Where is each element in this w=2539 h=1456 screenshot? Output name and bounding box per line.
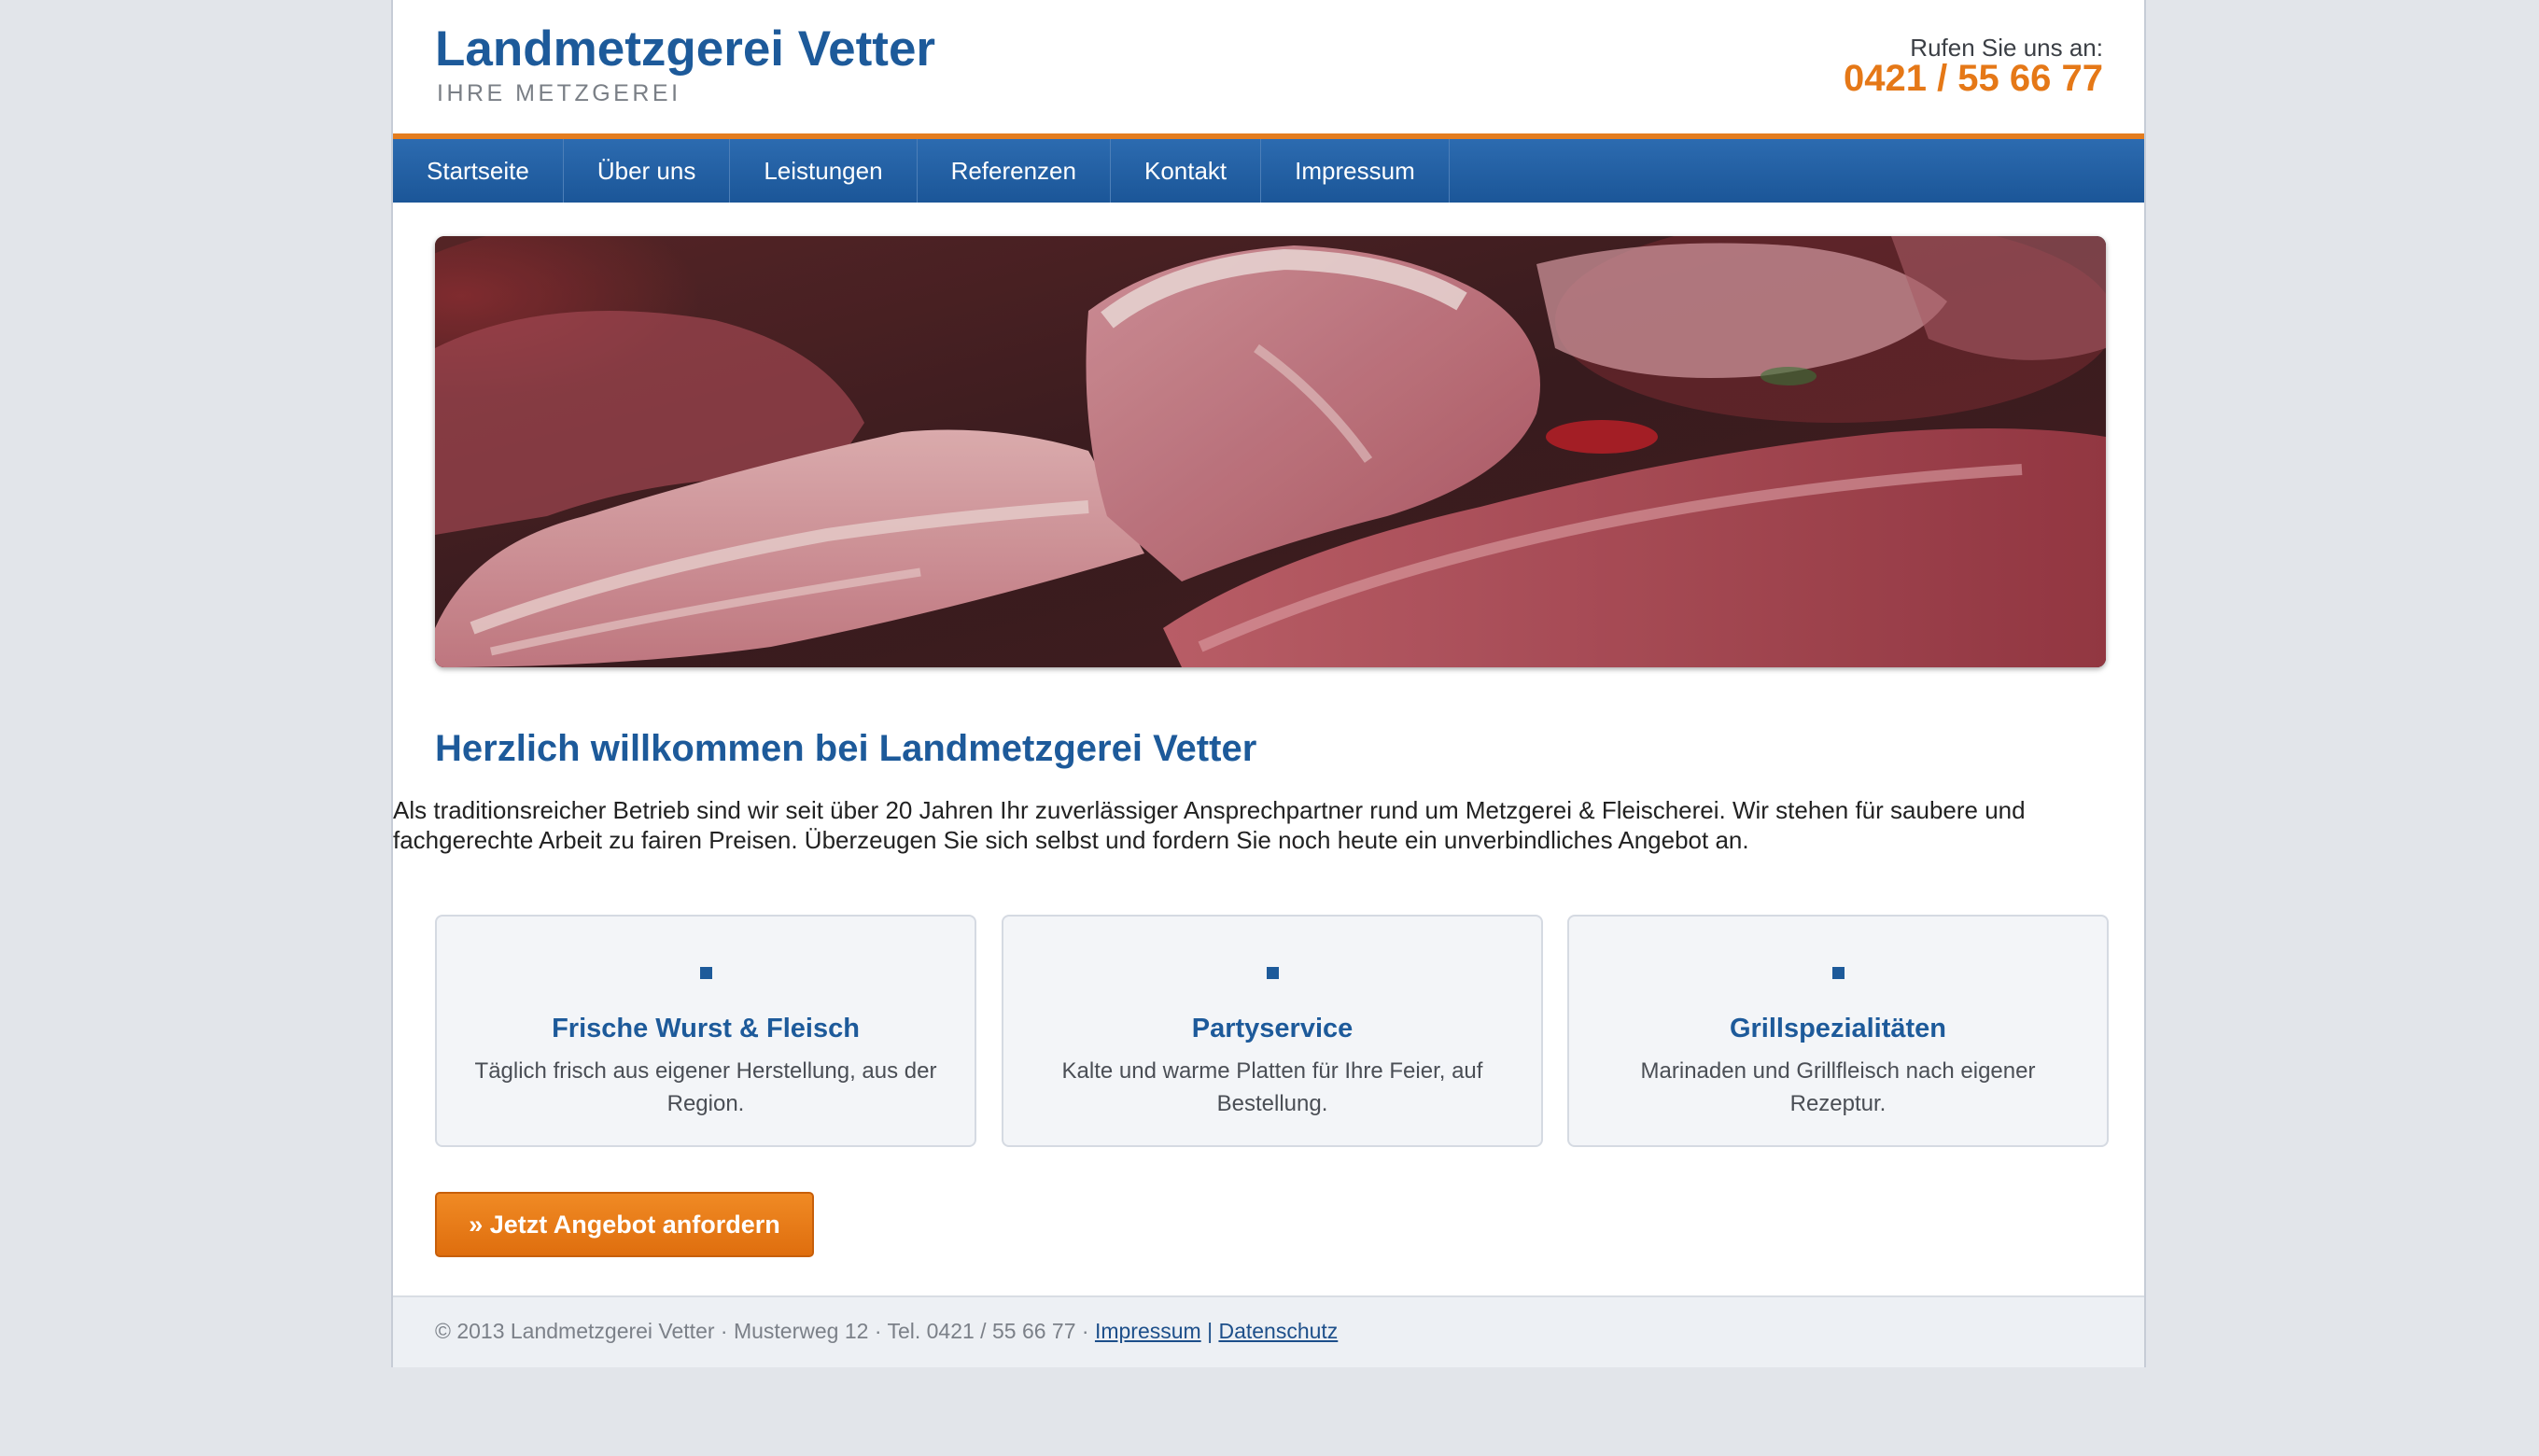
- bullet-square-icon: [1267, 967, 1279, 979]
- site-tagline: IHRE METZGEREI: [437, 80, 681, 106]
- footer-impressum-link[interactable]: Impressum: [1095, 1319, 1201, 1343]
- nav-item-impressum[interactable]: Impressum: [1261, 139, 1450, 203]
- feature-card-grill: Grillspezialitäten Marinaden und Grillfl…: [1567, 915, 2109, 1147]
- footer-datenschutz-link[interactable]: Datenschutz: [1218, 1319, 1338, 1343]
- welcome-heading: Herzlich willkommen bei Landmetzgerei Ve…: [435, 728, 1257, 769]
- page-container: Landmetzgerei Vetter IHRE METZGEREI Rufe…: [391, 0, 2146, 1367]
- site-title[interactable]: Landmetzgerei Vetter: [435, 21, 935, 77]
- nav-item-referenzen[interactable]: Referenzen: [918, 139, 1111, 203]
- card-text: Täglich frisch aus eigener Herstellung, …: [474, 1058, 937, 1116]
- main-nav: Startseite Über uns Leistungen Referenze…: [393, 133, 2144, 203]
- card-title: Frische Wurst & Fleisch: [552, 1014, 860, 1043]
- nav-item-startseite[interactable]: Startseite: [393, 139, 564, 203]
- hero-meat-photo: [435, 236, 2106, 667]
- hero-image: [435, 236, 2106, 667]
- feature-card-wurst-fleisch: Frische Wurst & Fleisch Täglich frisch a…: [435, 915, 976, 1147]
- card-text: Marinaden und Grillfleisch nach eigener …: [1640, 1058, 2036, 1116]
- footer: © 2013 Landmetzgerei Vetter · Musterweg …: [393, 1295, 2144, 1367]
- bullet-square-icon: [700, 967, 712, 979]
- feature-card-partyservice: Partyservice Kalte und warme Platten für…: [1002, 915, 1543, 1147]
- phone-number[interactable]: 0421 / 55 66 77: [1844, 58, 2103, 100]
- footer-separator: |: [1207, 1319, 1213, 1343]
- card-text: Kalte und warme Platten für Ihre Feier, …: [1061, 1058, 1483, 1116]
- nav-item-kontakt[interactable]: Kontakt: [1111, 139, 1262, 203]
- card-title: Grillspezialitäten: [1729, 1014, 1947, 1043]
- nav-item-ueber-uns[interactable]: Über uns: [564, 139, 731, 203]
- nav-item-leistungen[interactable]: Leistungen: [730, 139, 918, 203]
- footer-text: © 2013 Landmetzgerei Vetter · Musterweg …: [435, 1319, 1089, 1343]
- welcome-intro: Als traditionsreicher Betrieb sind wir s…: [393, 796, 2026, 854]
- bullet-square-icon: [1832, 967, 1845, 979]
- card-title: Partyservice: [1191, 1014, 1354, 1043]
- request-offer-button[interactable]: » Jetzt Angebot anfordern: [435, 1192, 814, 1257]
